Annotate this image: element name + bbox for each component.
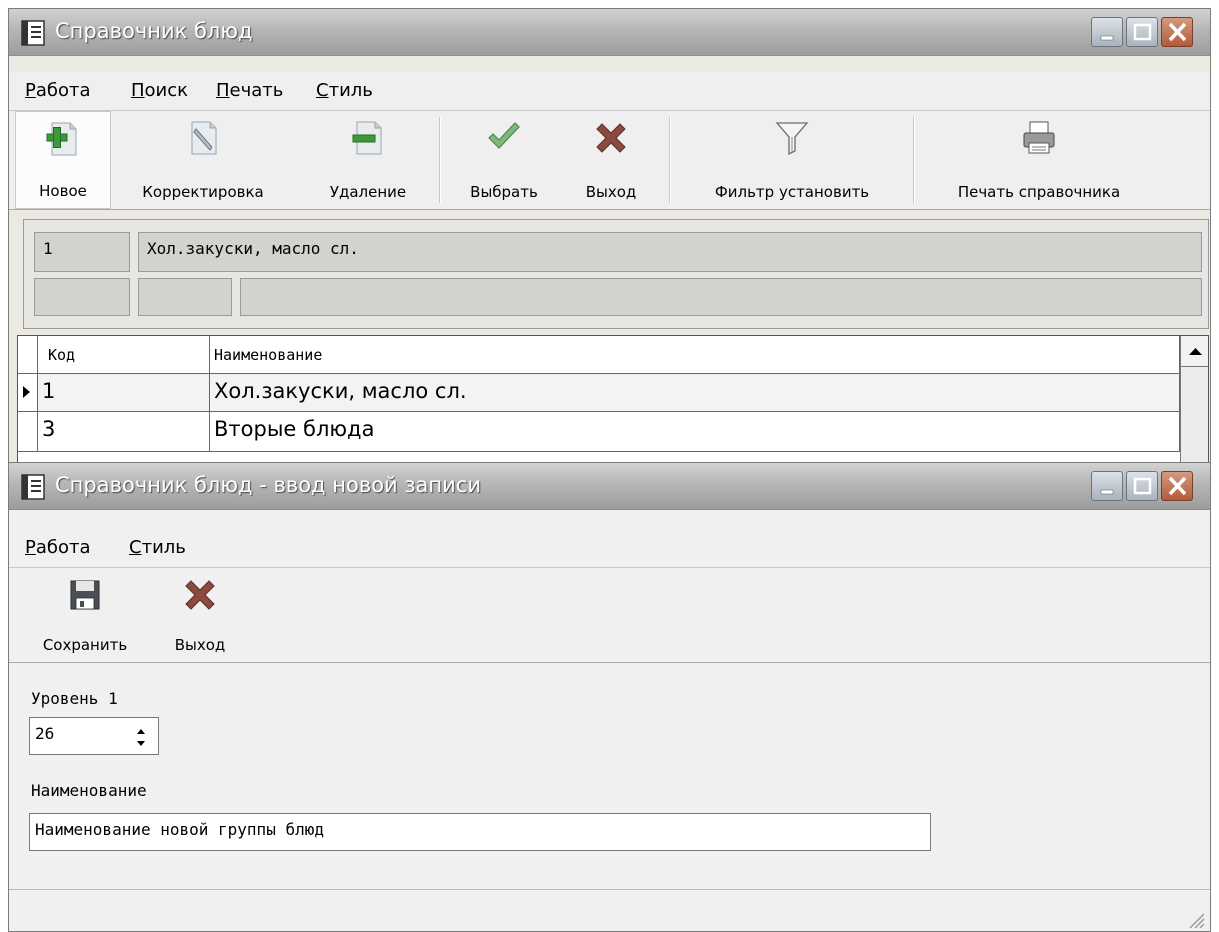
toolbar-separator <box>913 117 915 203</box>
remove-record-icon <box>352 121 382 155</box>
printer-icon <box>1023 121 1055 154</box>
filter-label: Фильтр установить <box>714 183 870 201</box>
records-grid[interactable]: Код Наименование 1 Хол.закуски, масло сл… <box>17 335 1209 467</box>
detail-panel: 1 Хол.закуски, масло сл. <box>23 219 1209 329</box>
table-row-code[interactable]: 3 <box>38 412 210 452</box>
exit-button[interactable]: Выход <box>571 111 651 209</box>
edit-button[interactable]: Корректировка <box>115 111 291 209</box>
save-button[interactable]: Сохранить <box>23 568 147 662</box>
new-button[interactable]: Новое <box>15 111 111 209</box>
select-button[interactable]: Выбрать <box>453 111 555 209</box>
edit-label: Корректировка <box>142 183 264 201</box>
arrow-down-icon <box>137 741 145 746</box>
arrow-up-icon <box>1189 348 1202 355</box>
print-label: Печать справочника <box>957 183 1121 201</box>
menu-stil[interactable]: Стиль <box>316 80 373 101</box>
name-field[interactable]: Наименование новой группы блюд <box>29 813 931 851</box>
resize-grip-icon[interactable] <box>1184 908 1206 930</box>
menu-rabota[interactable]: Работа <box>25 80 91 101</box>
row-indicator <box>18 412 38 452</box>
detail-name-field: Хол.закуски, масло сл. <box>138 232 1202 272</box>
minimize-icon <box>1100 489 1114 495</box>
table-row-name[interactable]: Вторые блюда <box>210 412 1180 452</box>
level-value: 26 <box>35 724 55 743</box>
delete-button[interactable]: Удаление <box>311 111 425 209</box>
menu-pechat[interactable]: Печать <box>216 80 283 101</box>
maximize-icon <box>1133 23 1152 41</box>
checkmark-icon <box>488 122 520 149</box>
entry-window: Справочник блюд - ввод новой записи Рабо… <box>8 462 1211 932</box>
delete-label: Удаление <box>329 183 407 201</box>
entry-titlebar[interactable]: Справочник блюд - ввод новой записи <box>9 463 1210 510</box>
menu-stil[interactable]: Стиль <box>129 537 186 558</box>
minimize-button[interactable] <box>1091 471 1123 501</box>
scroll-up-button[interactable] <box>1181 336 1208 367</box>
new-label: Новое <box>39 182 87 200</box>
detail-code-field: 1 <box>34 232 130 272</box>
name-label: Наименование <box>31 781 147 800</box>
document-icon <box>21 20 45 46</box>
main-menubar: Работа Поиск Печать Стиль <box>9 72 1210 111</box>
row-indicator-header <box>18 336 38 374</box>
minimize-button[interactable] <box>1091 17 1123 47</box>
entry-toolbar: Сохранить Выход <box>9 568 1210 663</box>
red-x-icon <box>596 123 626 153</box>
main-window: Справочник блюд Работа Поиск Печать Стил… <box>8 8 1211 468</box>
print-button[interactable]: Печать справочника <box>925 111 1153 209</box>
level-label: Уровень 1 <box>31 689 118 708</box>
close-button[interactable] <box>1161 17 1193 47</box>
maximize-icon <box>1133 477 1152 495</box>
floppy-disk-icon <box>70 580 100 610</box>
main-titlebar[interactable]: Справочник блюд <box>9 9 1210 56</box>
entry-menubar: Работа Стиль <box>9 529 1210 568</box>
toolbar-separator <box>439 117 441 203</box>
edit-pencil-icon <box>191 121 217 155</box>
menu-rabota[interactable]: Работа <box>25 537 91 558</box>
close-button[interactable] <box>1161 471 1193 501</box>
vertical-scrollbar[interactable] <box>1180 336 1208 467</box>
filter-button[interactable]: Фильтр установить <box>681 111 903 209</box>
status-bar <box>9 889 1210 931</box>
funnel-icon <box>775 122 809 156</box>
main-window-title: Справочник блюд <box>55 19 253 43</box>
maximize-button[interactable] <box>1126 17 1158 47</box>
detail-extra-field-2 <box>138 278 232 316</box>
exit-button[interactable]: Выход <box>159 568 241 662</box>
save-label: Сохранить <box>42 636 128 654</box>
entry-window-title: Справочник блюд - ввод новой записи <box>55 473 481 497</box>
detail-extra-field-1 <box>34 278 130 316</box>
table-row-name[interactable]: Хол.закуски, масло сл. <box>210 374 1180 412</box>
select-label: Выбрать <box>470 183 538 201</box>
add-record-icon <box>46 122 77 156</box>
row-indicator <box>18 374 38 412</box>
current-row-arrow-icon <box>23 386 30 398</box>
main-toolbar: Новое Корректировка Удаление Выбрать Вых… <box>9 111 1210 210</box>
exit-label: Выход <box>585 183 637 201</box>
exit-label: Выход <box>174 636 226 654</box>
column-header-name[interactable]: Наименование <box>210 336 1180 374</box>
level-stepper[interactable]: 26 <box>29 717 159 755</box>
detail-extra-field-3 <box>240 278 1202 316</box>
document-icon <box>21 474 45 500</box>
close-icon <box>1168 476 1187 496</box>
minimize-icon <box>1100 35 1114 41</box>
column-header-code[interactable]: Код <box>38 336 210 374</box>
close-icon <box>1168 22 1187 42</box>
stepper-down-button[interactable] <box>132 736 150 749</box>
toolbar-separator <box>669 117 671 203</box>
maximize-button[interactable] <box>1126 471 1158 501</box>
red-x-icon <box>185 580 215 610</box>
table-row-code[interactable]: 1 <box>38 374 210 412</box>
stepper-up-button[interactable] <box>132 722 150 735</box>
menu-poisk[interactable]: Поиск <box>131 80 188 101</box>
